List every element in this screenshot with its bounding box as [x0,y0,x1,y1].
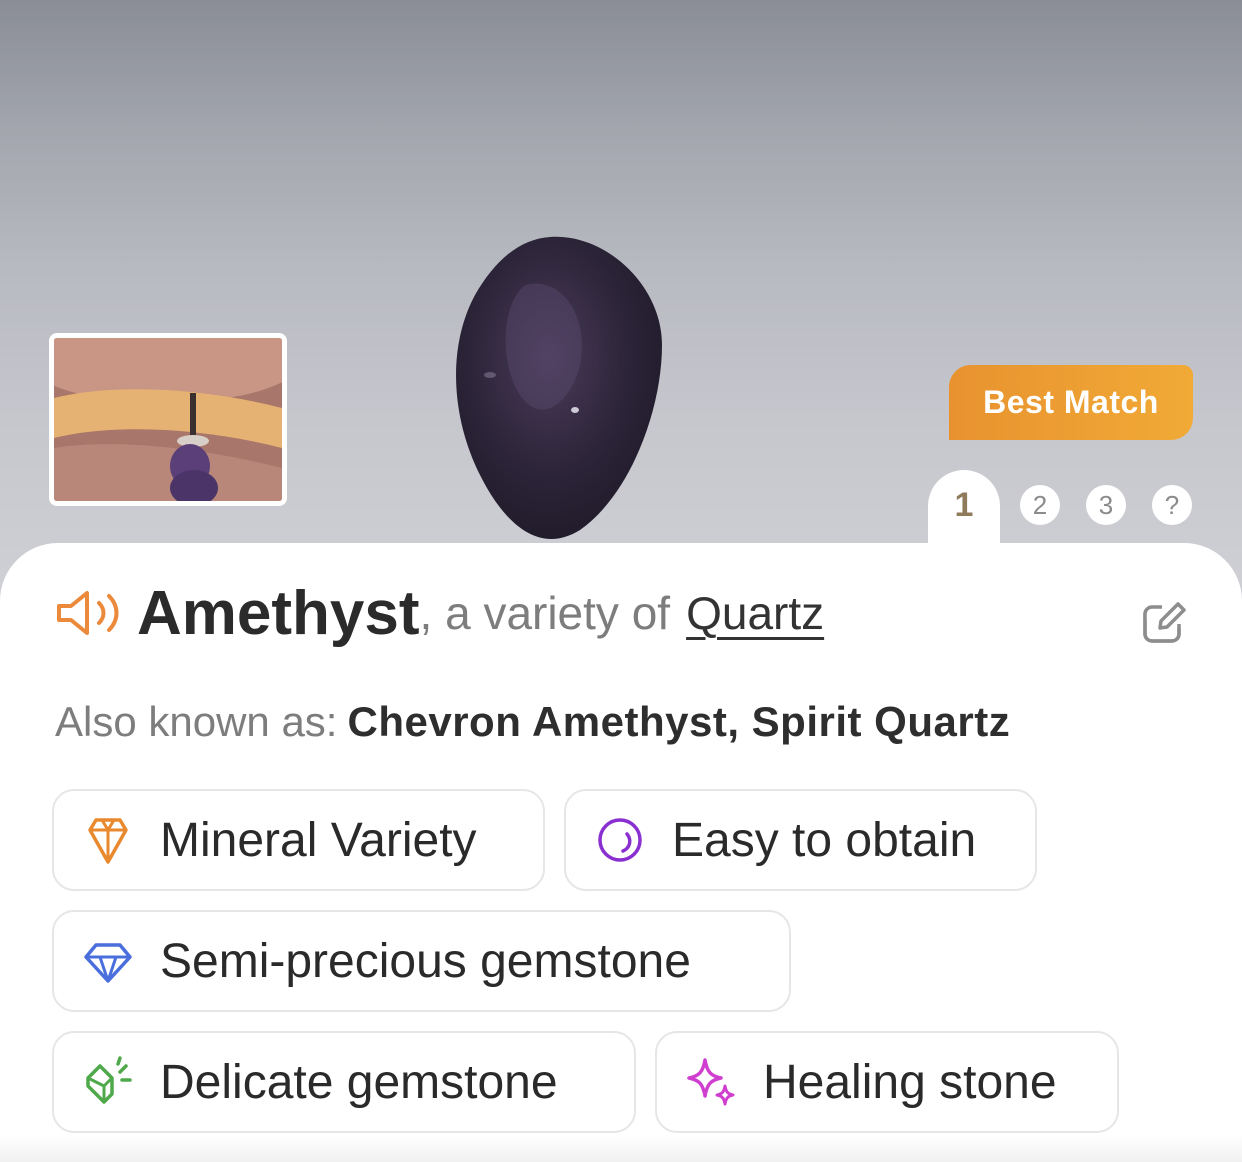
tag-label: Healing stone [763,1055,1057,1109]
tag-mineral-variety[interactable]: Mineral Variety [52,789,545,891]
ring-icon [598,818,642,862]
tag-delicate-gemstone[interactable]: Delicate gemstone [52,1031,636,1133]
broken-crystal-icon [86,1056,132,1104]
tag-label: Easy to obtain [672,813,977,867]
pager-item-help[interactable]: ? [1152,485,1192,525]
bottom-fade [0,1134,1242,1162]
pager-item-3[interactable]: 3 [1086,485,1126,525]
also-known-label: Also known as: [55,698,338,745]
tag-semi-precious[interactable]: Semi-precious gemstone [52,910,791,1012]
speaker-icon[interactable] [55,588,123,638]
stone-photo [456,236,662,539]
sparkle-icon [687,1058,735,1106]
also-known-value: Chevron Amethyst, Spirit Quartz [347,698,1011,745]
tag-healing-stone[interactable]: Healing stone [655,1031,1119,1133]
tag-easy-to-obtain[interactable]: Easy to obtain [564,789,1037,891]
variety-prefix: , a variety of [419,587,671,639]
also-known-as: Also known as: Chevron Amethyst, Spirit Q… [55,698,1010,746]
diamond-icon [84,943,132,983]
crystal-icon [88,818,128,864]
tag-label: Semi-precious gemstone [160,934,691,988]
tag-label: Delicate gemstone [160,1055,558,1109]
pager-item-2[interactable]: 2 [1020,485,1060,525]
pager-item-1[interactable]: 1 [928,483,1000,527]
user-photo-thumbnail[interactable] [49,333,287,506]
result-title-row: Amethyst , a variety of Quartz [55,573,824,653]
result-name: Amethyst [137,578,420,648]
variety-link[interactable]: Quartz [686,586,824,640]
best-match-badge: Best Match [949,365,1193,440]
edit-icon[interactable] [1140,598,1188,646]
tag-label: Mineral Variety [160,813,477,867]
